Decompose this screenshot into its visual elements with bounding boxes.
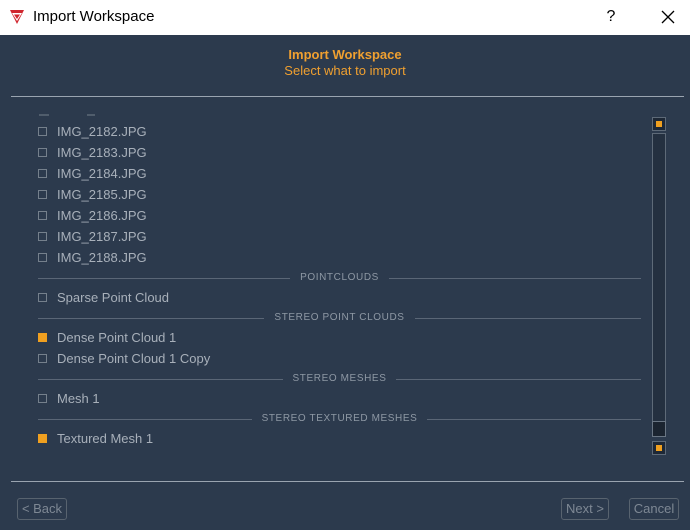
checkbox-checked[interactable]	[38, 434, 47, 443]
cancel-button[interactable]: Cancel	[629, 498, 679, 520]
dialog-header-subtitle: Select what to import	[284, 63, 406, 78]
section-title: STEREO POINT CLOUDS	[264, 312, 415, 323]
clipped-list-item	[39, 114, 95, 116]
checkbox[interactable]	[38, 394, 47, 403]
checkbox[interactable]	[38, 253, 47, 262]
checkbox[interactable]	[38, 148, 47, 157]
checkbox[interactable]	[38, 211, 47, 220]
section-title: POINTCLOUDS	[290, 272, 389, 283]
scroll-down-button[interactable]	[652, 441, 666, 455]
section-title: STEREO MESHES	[282, 373, 397, 384]
section-title: STEREO TEXTURED MESHES	[251, 413, 428, 424]
next-button[interactable]: Next >	[561, 498, 609, 520]
help-button[interactable]: ?	[598, 4, 624, 30]
import-dialog: Import Workspace Select what to import I…	[0, 35, 690, 530]
scrollbar-thumb[interactable]	[652, 421, 666, 437]
checkbox[interactable]	[38, 354, 47, 363]
checkbox[interactable]	[38, 169, 47, 178]
scrollbar-track[interactable]	[652, 133, 666, 436]
checkbox[interactable]	[38, 293, 47, 302]
app-logo-icon	[10, 10, 24, 24]
checkbox-checked[interactable]	[38, 333, 47, 342]
section-stereo-meshes: STEREO MESHES	[38, 373, 641, 385]
dialog-header-title: Import Workspace	[288, 47, 402, 62]
section-stereo-point-clouds: STEREO POINT CLOUDS	[38, 312, 641, 324]
back-button[interactable]: < Back	[17, 498, 67, 520]
section-pointclouds: POINTCLOUDS	[38, 272, 641, 284]
title-bar: Import Workspace ?	[0, 0, 690, 35]
section-stereo-textured-meshes: STEREO TEXTURED MESHES	[38, 413, 641, 425]
checkbox[interactable]	[38, 127, 47, 136]
window-title: Import Workspace	[33, 8, 155, 25]
header-divider	[11, 96, 684, 97]
checkbox[interactable]	[38, 232, 47, 241]
close-icon[interactable]	[655, 4, 681, 30]
checkbox[interactable]	[38, 190, 47, 199]
scroll-up-button[interactable]	[652, 117, 666, 131]
import-list: IMG_2182.JPG IMG_2183.JPG IMG_2184.JPG I…	[30, 110, 650, 455]
footer-divider	[11, 481, 684, 482]
